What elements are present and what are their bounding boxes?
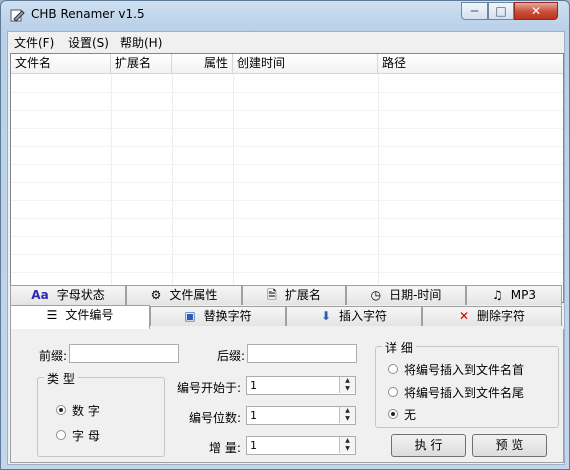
tab-mp3[interactable]: ♫ MP3 bbox=[466, 285, 562, 305]
grid-line bbox=[11, 110, 563, 111]
grid-line bbox=[11, 128, 563, 129]
minimize-button[interactable]: ─ bbox=[461, 2, 488, 20]
tab-label: 插入字符 bbox=[339, 309, 388, 323]
numbering-panel: 前缀: 后缀: 类 型 数 字 字 母 编号开始于: 1 ▲ ▼ 编号位数: 1… bbox=[10, 329, 564, 463]
column-path[interactable]: 路径 bbox=[378, 54, 563, 73]
tab-label: 删除字符 bbox=[477, 309, 526, 323]
maximize-button[interactable]: □ bbox=[488, 2, 514, 20]
menu-file[interactable]: 文件(F) bbox=[14, 34, 54, 51]
none-radio[interactable] bbox=[388, 409, 398, 419]
insert-arrow-icon: ⬇ bbox=[320, 309, 332, 323]
tab-row-bottom: ☰ 文件编号 ▣ 替换字符 ⬇ 插入字符 ✕ 删除字符 bbox=[10, 305, 562, 329]
grid-line bbox=[233, 74, 234, 302]
prefix-label: 前缀: bbox=[39, 349, 68, 363]
type-letter-label[interactable]: 字 母 bbox=[72, 427, 100, 444]
spin-down-icon[interactable]: ▼ bbox=[339, 415, 355, 423]
tab-extension[interactable]: 🗎 扩展名 bbox=[242, 285, 346, 305]
digits-label: 编号位数: bbox=[189, 411, 242, 425]
spin-up-icon[interactable]: ▲ bbox=[339, 377, 355, 385]
increment-value: 1 bbox=[250, 439, 257, 452]
insert-tail-label[interactable]: 将编号插入到文件名尾 bbox=[404, 384, 524, 401]
menu-help[interactable]: 帮助(H) bbox=[120, 34, 162, 51]
spin-up-icon[interactable]: ▲ bbox=[339, 437, 355, 445]
window-title: CHB Renamer v1.5 bbox=[31, 7, 145, 21]
start-label: 编号开始于: bbox=[177, 381, 242, 395]
grid-line bbox=[111, 74, 112, 302]
tab-label: 替换字符 bbox=[203, 309, 252, 323]
spin-down-icon[interactable]: ▼ bbox=[339, 445, 355, 453]
tab-label: 文件属性 bbox=[169, 288, 218, 302]
delete-x-icon: ✕ bbox=[458, 309, 470, 323]
tab-date-time[interactable]: ◷ 日期-时间 bbox=[346, 285, 466, 305]
column-created[interactable]: 创建时间 bbox=[233, 54, 378, 73]
insert-head-radio[interactable] bbox=[388, 364, 398, 374]
type-number-label[interactable]: 数 字 bbox=[72, 402, 100, 419]
grid-line bbox=[172, 74, 173, 302]
tab-file-numbering[interactable]: ☰ 文件编号 bbox=[10, 305, 150, 329]
grid-line bbox=[11, 254, 563, 255]
tab-delete-chars[interactable]: ✕ 删除字符 bbox=[422, 306, 562, 326]
menu-bar: 文件(F) 设置(S) 帮助(H) bbox=[8, 32, 564, 51]
menu-settings[interactable]: 设置(S) bbox=[68, 34, 109, 51]
tab-replace-chars[interactable]: ▣ 替换字符 bbox=[150, 306, 286, 326]
detail-group: 详 细 将编号插入到文件名首 将编号插入到文件名尾 无 bbox=[375, 339, 559, 428]
client-area: 文件(F) 设置(S) 帮助(H) 文件名 扩展名 属性 创建时间 路径 Aa … bbox=[7, 31, 565, 465]
music-icon: ♫ bbox=[492, 288, 503, 302]
type-group: 类 型 数 字 字 母 bbox=[37, 370, 165, 457]
document-icon: 🗎 bbox=[267, 288, 277, 302]
list-header: 文件名 扩展名 属性 创建时间 路径 bbox=[11, 54, 563, 74]
column-attributes[interactable]: 属性 bbox=[172, 54, 233, 73]
detail-group-label: 详 细 bbox=[382, 339, 416, 356]
close-button[interactable]: ✕ bbox=[514, 2, 558, 20]
type-letter-radio[interactable] bbox=[56, 430, 66, 440]
suffix-label: 后缀: bbox=[217, 349, 246, 363]
grid-line bbox=[11, 272, 563, 273]
tab-label: 文件编号 bbox=[65, 308, 114, 322]
grid-line bbox=[11, 218, 563, 219]
spin-down-icon[interactable]: ▼ bbox=[339, 385, 355, 393]
app-icon bbox=[10, 9, 25, 22]
type-group-label: 类 型 bbox=[44, 370, 78, 387]
column-filename[interactable]: 文件名 bbox=[11, 54, 111, 73]
execute-button[interactable]: 执 行 bbox=[391, 434, 466, 457]
file-list[interactable]: 文件名 扩展名 属性 创建时间 路径 bbox=[10, 53, 564, 303]
grid-line bbox=[11, 200, 563, 201]
tab-letter-case[interactable]: Aa 字母状态 bbox=[10, 285, 126, 305]
insert-tail-radio[interactable] bbox=[388, 387, 398, 397]
tab-label: 字母状态 bbox=[56, 288, 105, 302]
tab-label: MP3 bbox=[510, 288, 536, 302]
digits-spinner[interactable]: 1 ▲ ▼ bbox=[246, 406, 356, 425]
grid-line bbox=[11, 236, 563, 237]
replace-icon: ▣ bbox=[184, 309, 196, 323]
tab-insert-chars[interactable]: ⬇ 插入字符 bbox=[286, 306, 422, 326]
increment-spinner[interactable]: 1 ▲ ▼ bbox=[246, 436, 356, 455]
suffix-input[interactable] bbox=[247, 344, 357, 363]
type-number-radio[interactable] bbox=[56, 405, 66, 415]
app-window: CHB Renamer v1.5 ─ □ ✕ 文件(F) 设置(S) 帮助(H)… bbox=[0, 0, 570, 470]
digits-value: 1 bbox=[250, 409, 257, 422]
grid-line bbox=[11, 92, 563, 93]
gear-icon: ⚙ bbox=[150, 288, 162, 302]
title-bar[interactable]: CHB Renamer v1.5 ─ □ ✕ bbox=[1, 1, 569, 29]
spin-up-icon[interactable]: ▲ bbox=[339, 407, 355, 415]
increment-label: 增 量: bbox=[209, 441, 241, 455]
grid-line bbox=[11, 146, 563, 147]
preview-button[interactable]: 预 览 bbox=[472, 434, 547, 457]
tab-label: 扩展名 bbox=[284, 288, 321, 302]
clock-icon: ◷ bbox=[370, 288, 382, 302]
tab-label: 日期-时间 bbox=[389, 288, 442, 302]
none-label[interactable]: 无 bbox=[404, 406, 416, 423]
list-icon: ☰ bbox=[46, 308, 58, 322]
column-extension[interactable]: 扩展名 bbox=[111, 54, 172, 73]
tab-row-top: Aa 字母状态 ⚙ 文件属性 🗎 扩展名 ◷ 日期-时间 ♫ MP3 bbox=[10, 285, 562, 305]
grid-line bbox=[11, 164, 563, 165]
grid-line bbox=[11, 182, 563, 183]
grid-line bbox=[378, 74, 379, 302]
start-value: 1 bbox=[250, 379, 257, 392]
prefix-input[interactable] bbox=[69, 344, 179, 363]
start-spinner[interactable]: 1 ▲ ▼ bbox=[246, 376, 356, 395]
font-case-icon: Aa bbox=[31, 288, 49, 302]
tab-file-attributes[interactable]: ⚙ 文件属性 bbox=[126, 285, 242, 305]
insert-head-label[interactable]: 将编号插入到文件名首 bbox=[404, 361, 524, 378]
